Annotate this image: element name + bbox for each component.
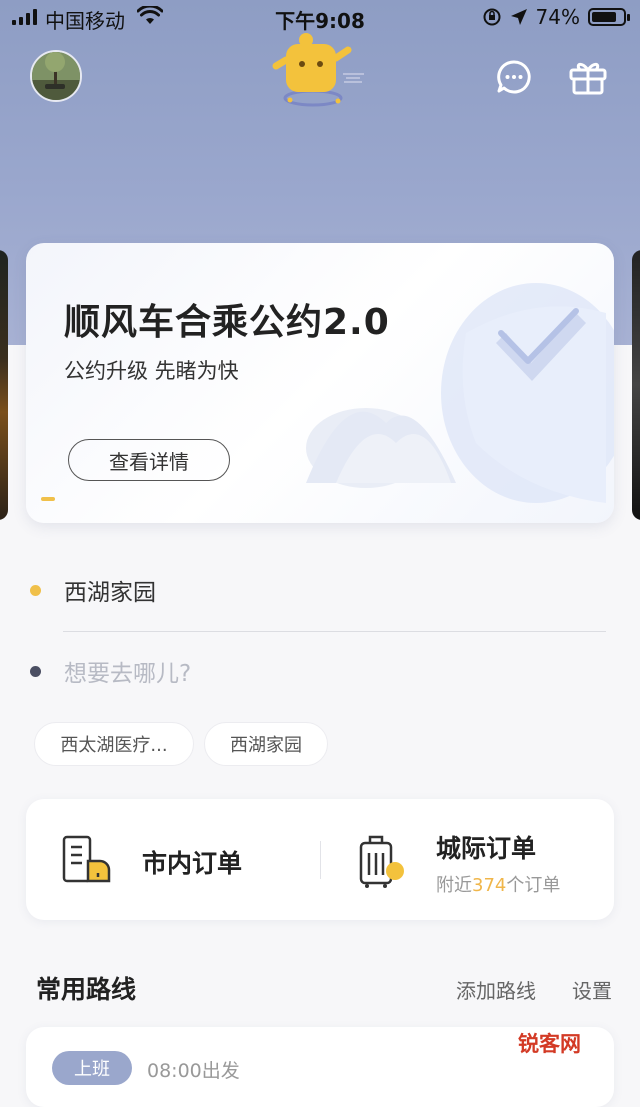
luggage-icon: [359, 835, 404, 888]
origin-dot: [30, 584, 41, 596]
city-orders-title: 市内订单: [142, 849, 243, 878]
destination-field[interactable]: 想要去哪儿?: [30, 649, 610, 693]
promo-banner[interactable]: 顺风车合乘公约2.0 公约升级 先睹为快 查看详情: [26, 243, 614, 523]
watermark: 锐客网: [515, 1028, 584, 1058]
origin-text: 西湖家园: [64, 580, 156, 606]
add-route-link[interactable]: 添加路线: [456, 975, 536, 1004]
carousel-indicator: [41, 497, 55, 501]
location-arrow-icon: [510, 9, 527, 25]
route-tag: 上班: [52, 1051, 132, 1085]
route-departure-time: 08:00出发: [147, 1060, 240, 1082]
intercity-orders-title: 城际订单: [436, 834, 537, 863]
destination-placeholder: 想要去哪儿?: [64, 661, 192, 687]
carousel-prev-peek[interactable]: [0, 250, 8, 520]
banner-subtitle: 公约升级 先睹为快: [64, 359, 239, 383]
orientation-lock-icon: [483, 8, 501, 26]
frequent-routes-title: 常用路线: [36, 975, 137, 1004]
city-orders-button[interactable]: 市内订单: [26, 799, 320, 920]
avatar-photo: [32, 52, 80, 100]
mascot-logo[interactable]: [268, 30, 368, 110]
gift-icon[interactable]: [568, 58, 608, 96]
building-order-icon: [62, 835, 111, 883]
order-entry-card: 市内订单 城际订单 附近374个订单: [26, 799, 614, 920]
banner-title: 顺风车合乘公约2.0: [64, 302, 390, 343]
view-details-button[interactable]: 查看详情: [68, 439, 230, 481]
status-bar: 中国移动 下午9:08 74%: [0, 0, 640, 34]
nearby-suffix: 个订单: [506, 875, 561, 896]
recent-destination-chip[interactable]: 西湖家园: [204, 722, 328, 766]
carousel-dot-active: [41, 497, 55, 501]
address-divider: [63, 631, 606, 632]
origin-field[interactable]: 西湖家园: [30, 568, 610, 612]
avatar[interactable]: [30, 50, 82, 102]
nearby-prefix: 附近: [436, 875, 472, 896]
carousel-next-peek[interactable]: [632, 250, 640, 520]
intercity-orders-button[interactable]: 城际订单 附近374个订单: [321, 799, 614, 920]
recent-destination-chip[interactable]: 西太湖医疗...: [34, 722, 194, 766]
route-settings-link[interactable]: 设置: [572, 975, 612, 1004]
battery-percent: 74%: [535, 5, 580, 29]
destination-dot: [30, 665, 41, 677]
nearby-orders-count: 附近374个订单: [436, 871, 560, 897]
battery-icon: [588, 8, 630, 26]
message-bubble-icon[interactable]: [495, 58, 533, 96]
nearby-count: 374: [472, 875, 507, 896]
